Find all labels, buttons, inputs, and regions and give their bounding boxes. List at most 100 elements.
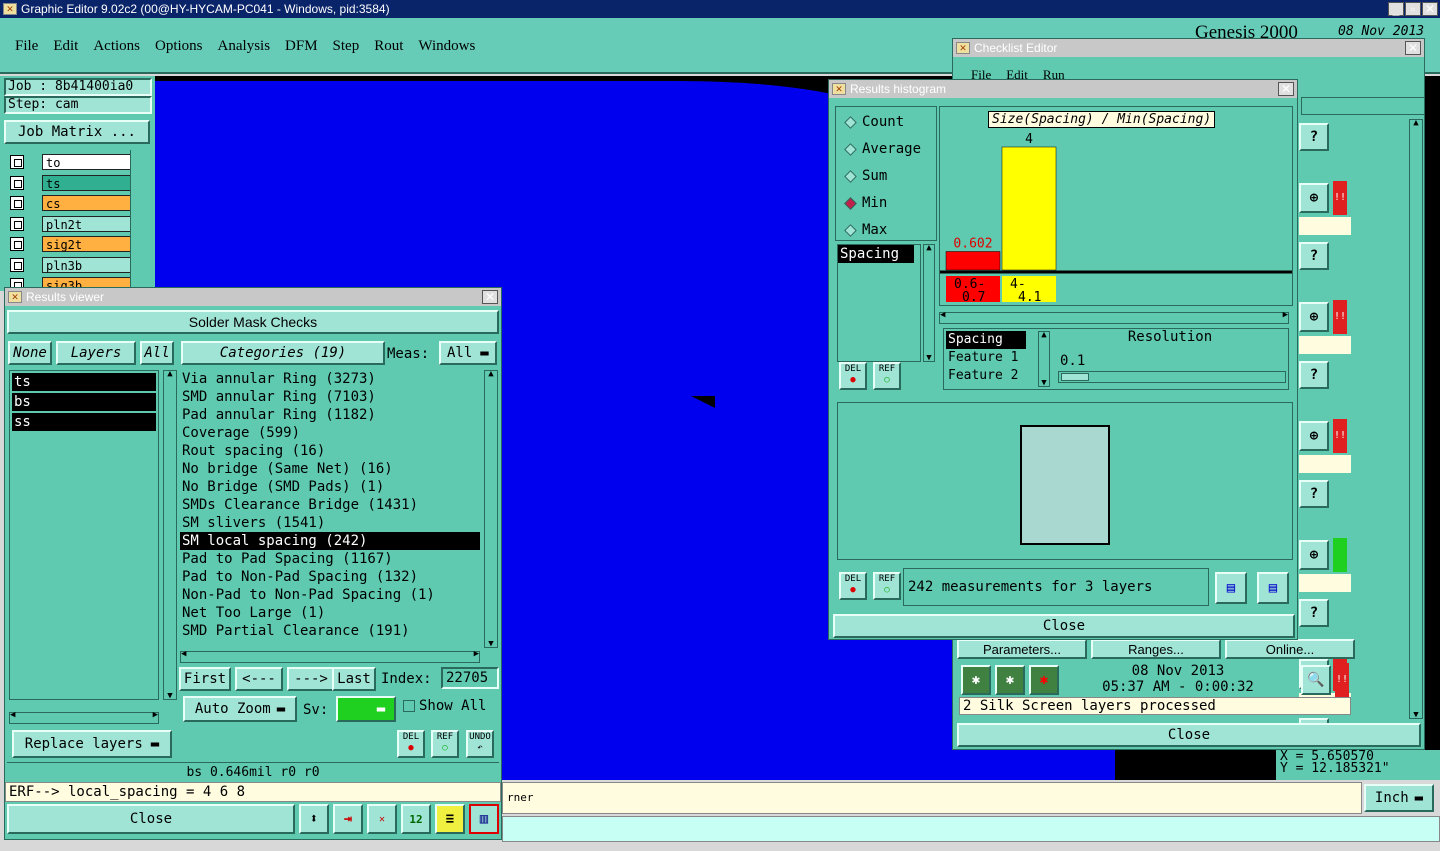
none-button[interactable]: None [8,341,52,365]
slider-thumb[interactable] [1061,373,1089,381]
auto-zoom-dropdown[interactable]: Auto Zoom ▬ [183,696,297,722]
histogram-close-icon[interactable]: ✕ [1278,82,1294,96]
stop-icon[interactable]: ✱ [1029,665,1059,695]
category-item[interactable]: SM local spacing (242) [180,532,480,550]
layer-name[interactable]: cs [42,195,132,211]
layer-name[interactable]: pln3b [42,256,132,273]
preview-del-button[interactable]: DEL ● [839,572,867,600]
layer-row[interactable]: to [8,154,132,170]
category-item[interactable]: Pad annular Ring (1182) [180,406,480,424]
zoom-icon[interactable]: ⊕ [1299,421,1329,451]
index-input[interactable]: 22705 [441,667,499,689]
ranges-button[interactable]: Ranges... [1091,639,1221,659]
close-icon[interactable]: ✕ [1422,2,1438,16]
chart-hscrollbar[interactable] [939,310,1289,324]
category-item[interactable]: SMD Partial Clearance (191) [180,622,480,640]
all-layers-button[interactable]: All [140,341,174,365]
layer-list-hscrollbar[interactable] [9,710,159,724]
category-item[interactable]: Non-Pad to Non-Pad Spacing (1) [180,586,480,604]
category-item[interactable]: Net Too Large (1) [180,604,480,622]
spacing-field[interactable]: Spacing [838,245,914,263]
histogram-bar[interactable] [1001,146,1057,271]
layer-name[interactable]: sig2t [42,236,132,252]
job-matrix-button[interactable]: Job Matrix ... [4,120,150,144]
checklist-close-icon[interactable]: ✕ [1405,41,1421,55]
categories-button[interactable]: Categories (19) [181,341,385,365]
menu-step[interactable]: Step [333,38,360,54]
layer-row[interactable]: cs [8,195,132,211]
result-layer-item[interactable]: ss [12,413,156,431]
field-list-scrollbar[interactable] [923,243,935,363]
radio-count[interactable]: Count [844,113,934,133]
help-icon[interactable]: ? [1299,242,1329,270]
help-icon[interactable]: ? [1299,123,1329,151]
show-all-checkbox[interactable] [403,700,415,712]
zoom-icon[interactable]: ⊕ [1299,183,1329,213]
category-scrollbar[interactable] [484,369,498,649]
category-item[interactable]: No bridge (Same Net) (16) [180,460,480,478]
menu-actions[interactable]: Actions [93,38,140,54]
preview-ref-button[interactable]: REF ○ [873,572,901,600]
radio-max[interactable]: Max [844,221,934,241]
results-close-button[interactable]: Close [7,804,295,834]
category-item[interactable]: Pad to Non-Pad Spacing (132) [180,568,480,586]
menu-file[interactable]: File [15,38,38,54]
menu-analysis[interactable]: Analysis [218,38,271,54]
histogram-bar[interactable] [945,251,1001,271]
category-item[interactable]: SMD annular Ring (7103) [180,388,480,406]
layer-name[interactable]: ts [42,174,132,191]
layer-checkbox[interactable] [10,196,24,210]
online-button[interactable]: Online... [1225,639,1355,659]
histogram-close-button[interactable]: Close [833,614,1295,638]
radio-min[interactable]: Min [844,194,934,214]
hist-ref-button[interactable]: REF ○ [873,362,901,390]
count-icon[interactable]: 12 [401,804,431,834]
layer-checkbox[interactable] [10,155,24,169]
group-by-item[interactable]: Feature 2 [946,367,1036,385]
export-chart-icon[interactable]: ▤ [1215,572,1247,604]
help-icon[interactable]: ? [1299,599,1329,627]
group-by-item[interactable]: Spacing [946,331,1026,349]
resolution-slider[interactable] [1058,371,1286,383]
radio-sum[interactable]: Sum [844,167,934,187]
layer-name[interactable]: pln2t [42,215,132,232]
checklist-scrollbar[interactable] [1409,118,1423,720]
checklist-field[interactable] [1301,97,1425,115]
parameters-button[interactable]: Parameters... [957,639,1087,659]
last-button[interactable]: Last [332,667,376,691]
result-layer-item[interactable]: bs [12,393,156,411]
run-icon[interactable]: ✱ [961,665,991,695]
maximize-icon[interactable]: ▫ [1405,2,1421,16]
layer-checkbox[interactable] [10,216,24,231]
layer-checkbox[interactable] [10,175,24,190]
ref-button[interactable]: REF ○ [431,730,459,758]
hist-del-button[interactable]: DEL ● [839,362,867,390]
category-item[interactable]: Via annular Ring (3273) [180,370,480,388]
command-line[interactable] [502,816,1440,842]
check-set-header[interactable]: Solder Mask Checks [7,310,499,334]
group-by-item[interactable]: Feature 1 [946,349,1036,367]
layer-row[interactable]: sig2t [8,236,132,252]
menu-rout[interactable]: Rout [374,38,403,54]
next-button[interactable]: ---> [287,667,335,691]
run-all-icon[interactable]: ✱ [995,665,1025,695]
category-item[interactable]: SMDs Clearance Bridge (1431) [180,496,480,514]
zoom-icon[interactable]: ⊕ [1299,302,1329,332]
meas-dropdown[interactable]: All ▬ [439,341,497,365]
help-icon[interactable]: ? [1299,480,1329,508]
minimize-icon[interactable]: _ [1388,2,1404,16]
layer-list-scrollbar[interactable] [163,369,177,701]
layer-checkbox[interactable] [10,237,24,251]
zoom-icon[interactable]: ⊕ [1299,540,1329,570]
category-item[interactable]: Pad to Pad Spacing (1167) [180,550,480,568]
undo-button[interactable]: UNDO ↶ [466,730,494,758]
report-icon[interactable]: ≡ [435,804,465,834]
category-item[interactable]: SM slivers (1541) [180,514,480,532]
replace-layers-dropdown[interactable]: Replace layers ▬ [12,730,172,758]
layer-checkbox[interactable] [10,257,24,272]
category-item[interactable]: Coverage (599) [180,424,480,442]
histogram-icon[interactable]: ▥ [469,804,499,834]
menu-dfm[interactable]: DFM [285,38,318,54]
units-dropdown[interactable]: Inch ▬ [1364,784,1434,812]
menu-options[interactable]: Options [155,38,203,54]
